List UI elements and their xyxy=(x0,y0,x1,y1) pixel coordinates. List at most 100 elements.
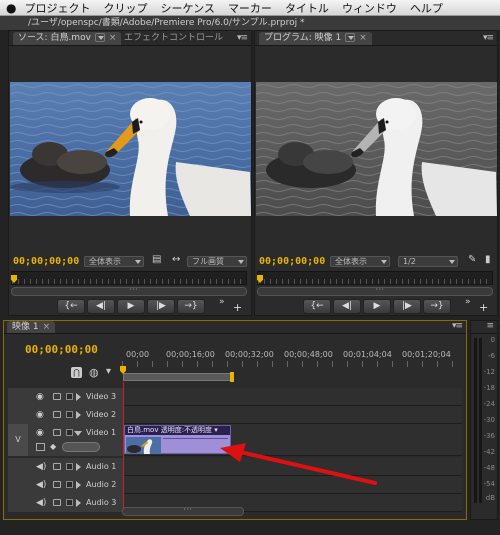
sync-lock-icon[interactable] xyxy=(53,463,61,470)
menu-sequence[interactable]: シーケンス xyxy=(160,0,214,16)
track-target-v[interactable]: V xyxy=(8,424,28,456)
expand-track-icon[interactable] xyxy=(76,499,81,507)
sync-lock-icon[interactable] xyxy=(53,411,61,418)
collapse-track-icon[interactable] xyxy=(74,431,82,436)
program-tabbar: プログラム: 映像 1 × ▾≡ xyxy=(255,31,497,46)
step-forward-button[interactable]: |▶ xyxy=(393,299,421,314)
menu-clip[interactable]: クリップ xyxy=(103,0,147,16)
more-controls-icon[interactable]: » xyxy=(219,297,225,307)
opacity-line[interactable] xyxy=(163,438,228,439)
ruler-ticks xyxy=(122,361,460,367)
filmstrip-icon[interactable]: ▤ xyxy=(152,254,161,265)
panel-menu-icon[interactable]: ▾≡ xyxy=(237,33,248,43)
program-time-ruler[interactable] xyxy=(257,271,493,285)
source-timecode[interactable]: 00;00;00;00 xyxy=(13,256,79,267)
display-style-icon[interactable] xyxy=(36,443,45,451)
track-video-3[interactable]: ◉ Video 3 xyxy=(8,388,462,406)
eye-icon[interactable]: ◉ xyxy=(36,410,44,420)
keyframe-icon[interactable]: ◆ xyxy=(50,442,56,451)
menu-window[interactable]: ウィンドウ xyxy=(342,0,397,16)
eye-icon[interactable]: ◉ xyxy=(36,428,44,438)
ruler-label: 00;00;16;00 xyxy=(166,350,215,359)
wrench-icon[interactable]: ✎ xyxy=(468,254,476,265)
program-monitor-panel: プログラム: 映像 1 × ▾≡ 00;00;00;00 全体表示 1/2 ✎ … xyxy=(254,30,498,316)
menu-marker[interactable]: マーカー xyxy=(228,0,272,16)
program-view-dropdown[interactable]: 全体表示 xyxy=(330,256,390,267)
speaker-icon[interactable]: ◀) xyxy=(36,462,46,472)
menu-help[interactable]: ヘルプ xyxy=(410,0,443,16)
tab-sequence[interactable]: 映像 1 × xyxy=(7,321,56,333)
sync-lock-icon[interactable] xyxy=(53,481,61,488)
sync-lock-icon[interactable] xyxy=(53,393,61,400)
source-quality-dropdown[interactable]: フル画質 xyxy=(187,256,247,267)
track-lock-icon[interactable] xyxy=(66,463,73,470)
track-lock-icon[interactable] xyxy=(66,411,73,418)
keyframe-nav-control[interactable] xyxy=(62,442,100,452)
annotation-arrow xyxy=(220,443,377,485)
close-icon[interactable]: × xyxy=(43,322,51,332)
step-back-button[interactable]: ◀| xyxy=(87,299,115,314)
track-lock-icon[interactable] xyxy=(66,481,73,488)
source-time-ruler[interactable] xyxy=(11,271,247,285)
track-video-2[interactable]: ◉ Video 2 xyxy=(8,406,462,424)
speaker-icon[interactable]: ◀) xyxy=(36,498,46,508)
mark-in-button[interactable]: {← xyxy=(57,299,85,314)
timeline-tabbar: 映像 1 × ▾≡ xyxy=(4,321,466,334)
source-view-dropdown[interactable]: 全体表示 xyxy=(84,256,144,267)
tab-effect-controls[interactable]: エフェクトコントロール xyxy=(119,32,228,45)
eye-icon[interactable]: ◉ xyxy=(36,392,44,402)
add-button-icon[interactable]: + xyxy=(479,301,488,314)
tab-program[interactable]: プログラム: 映像 1 × xyxy=(259,32,372,45)
play-button[interactable]: ▶ xyxy=(117,299,145,314)
track-lock-icon[interactable] xyxy=(66,393,73,400)
panel-menu-icon[interactable]: ▾≡ xyxy=(483,33,494,43)
work-area-end-marker[interactable] xyxy=(230,372,234,382)
snap-icon[interactable]: ⋂ xyxy=(71,367,82,378)
sync-lock-icon[interactable] xyxy=(53,429,61,436)
clip-thumbnail-image xyxy=(126,437,161,454)
expand-track-icon[interactable] xyxy=(76,463,81,471)
set-marker-icon[interactable]: ▾ xyxy=(106,366,111,377)
program-zoom-scrollbar[interactable] xyxy=(257,285,493,296)
panel-menu-icon[interactable]: ▾≡ xyxy=(452,321,463,331)
expand-track-icon[interactable] xyxy=(76,411,81,419)
track-lock-icon[interactable] xyxy=(66,429,73,436)
mark-out-button[interactable]: →} xyxy=(177,299,205,314)
program-resolution-dropdown[interactable]: 1/2 xyxy=(398,256,458,267)
marker-icon[interactable]: ◍ xyxy=(89,366,99,379)
expand-track-icon[interactable] xyxy=(76,481,81,489)
tab-source[interactable]: ソース: 白鳥.mov × xyxy=(13,32,122,45)
more-controls-icon[interactable]: » xyxy=(465,297,471,307)
sequence-time-ruler[interactable]: 00;00 00;00;16;00 00;00;32;00 00;00;48;0… xyxy=(122,350,460,372)
apple-icon[interactable]: ● xyxy=(6,1,16,15)
export-frame-icon[interactable]: ▮ xyxy=(485,254,491,265)
play-button[interactable]: ▶ xyxy=(363,299,391,314)
menu-title[interactable]: タイトル xyxy=(285,0,329,16)
program-timecode[interactable]: 00;00;00;00 xyxy=(259,256,325,267)
track-name: Audio 2 xyxy=(86,480,117,489)
timeline-zoom-scrollbar[interactable] xyxy=(122,505,244,516)
add-button-icon[interactable]: + xyxy=(233,301,242,314)
sequence-timecode[interactable]: 00;00;00;00 xyxy=(25,343,98,356)
source-zoom-scrollbar[interactable] xyxy=(11,285,247,296)
sync-lock-icon[interactable] xyxy=(53,499,61,506)
meter-tick: 0 xyxy=(490,336,495,344)
mark-in-button[interactable]: {← xyxy=(303,299,331,314)
expand-track-icon[interactable] xyxy=(76,393,81,401)
chevron-down-icon[interactable] xyxy=(345,33,356,42)
chevron-down-icon[interactable] xyxy=(94,33,105,42)
step-back-button[interactable]: ◀| xyxy=(333,299,361,314)
step-forward-button[interactable]: |▶ xyxy=(147,299,175,314)
timeline-playhead-line[interactable] xyxy=(123,382,124,509)
meter-tick: -18 xyxy=(483,384,495,392)
close-icon[interactable]: × xyxy=(359,33,367,43)
panel-menu-icon[interactable]: ≡ xyxy=(486,321,493,331)
mark-out-button[interactable]: →} xyxy=(423,299,451,314)
track-lock-icon[interactable] xyxy=(66,499,73,506)
close-icon[interactable]: × xyxy=(109,33,117,43)
track-name: Audio 1 xyxy=(86,462,117,471)
work-area-bar[interactable] xyxy=(123,373,233,381)
menu-project[interactable]: プロジェクト xyxy=(24,0,90,16)
resolution-toggle-icon[interactable]: ↔ xyxy=(172,254,180,265)
speaker-icon[interactable]: ◀) xyxy=(36,480,46,490)
